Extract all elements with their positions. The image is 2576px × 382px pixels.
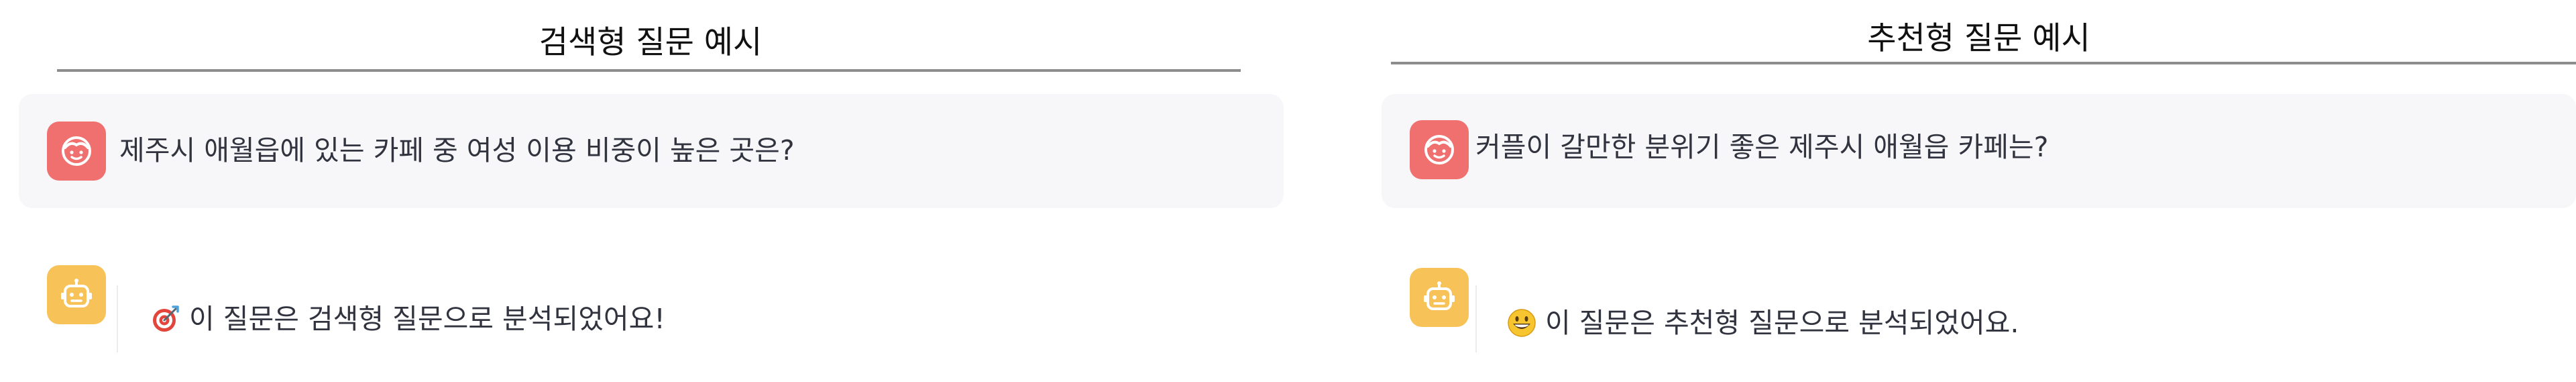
- grinning-face-icon: [1508, 309, 1536, 337]
- user-message: 커플이 갈만한 분위기 좋은 제주시 애월읍 카페는?: [1382, 94, 2576, 208]
- assistant-message-text: 이 질문은 추천형 질문으로 분석되었어요.: [1545, 306, 2019, 339]
- user-face-icon: [62, 136, 91, 166]
- assistant-message: 이 질문은 추천형 질문으로 분석되었어요.: [1382, 262, 2576, 363]
- assistant-avatar: [47, 265, 106, 324]
- user-face-icon: [1424, 135, 1454, 164]
- assistant-avatar: [1410, 268, 1469, 327]
- user-avatar: [1410, 120, 1469, 179]
- user-avatar: [47, 122, 106, 181]
- recommend-example-title: 추천형 질문 예시: [1867, 20, 2090, 57]
- search-example-panel: 검색형 질문 예시 제주시 애월읍에 있는 카페 중 여성 이용 비중이 높은 …: [0, 0, 1301, 382]
- message-rule: [117, 285, 118, 352]
- message-rule: [1475, 285, 1477, 352]
- assistant-message-line: 이 질문은 검색형 질문으로 분석되었어요!: [150, 303, 665, 334]
- assistant-message-text: 이 질문은 검색형 질문으로 분석되었어요!: [189, 302, 665, 335]
- assistant-message: 이 질문은 검색형 질문으로 분석되었어요!: [19, 262, 1284, 363]
- robot-face-icon: [61, 279, 92, 307]
- user-message: 제주시 애월읍에 있는 카페 중 여성 이용 비중이 높은 곳은?: [19, 94, 1284, 208]
- title-divider: [1391, 62, 2576, 64]
- robot-face-icon: [1424, 281, 1455, 310]
- title-divider: [57, 69, 1241, 72]
- search-example-title: 검색형 질문 예시: [539, 24, 763, 61]
- assistant-message-line: 이 질문은 추천형 질문으로 분석되었어요.: [1506, 307, 2019, 338]
- user-message-text: 제주시 애월읍에 있는 카페 중 여성 이용 비중이 높은 곳은?: [119, 134, 795, 166]
- target-dart-icon: [153, 305, 179, 332]
- recommend-example-panel: 추천형 질문 예시 커플이 갈만한 분위기 좋은 제주시 애월읍 카페는? 이 …: [1382, 0, 2576, 382]
- user-message-text: 커플이 갈만한 분위기 좋은 제주시 애월읍 카페는?: [1475, 131, 2049, 163]
